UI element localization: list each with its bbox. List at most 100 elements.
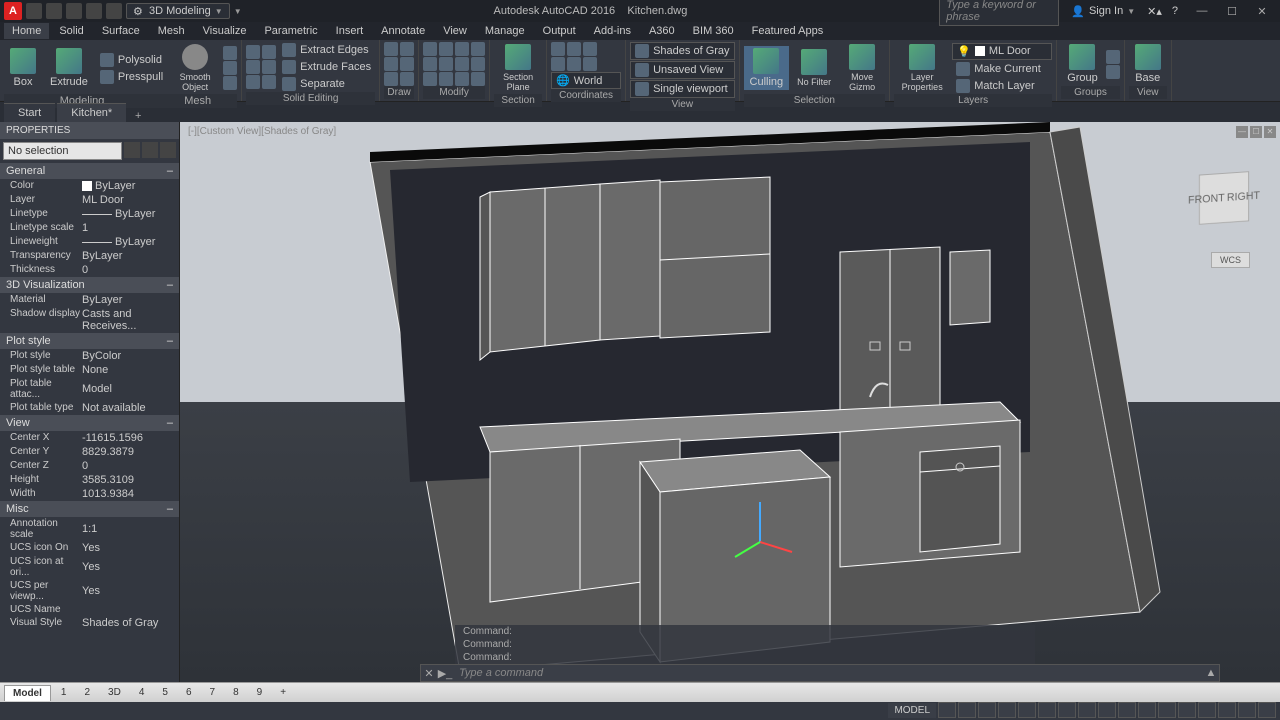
prop-section-header[interactable]: View– <box>0 415 179 431</box>
property-value[interactable]: 3585.3109 <box>82 474 179 486</box>
property-row[interactable]: Center Y8829.3879 <box>0 445 179 459</box>
copy-icon[interactable] <box>423 57 437 71</box>
ucs-icon[interactable] <box>583 42 597 56</box>
union-icon[interactable] <box>246 45 260 59</box>
group-edit-icon[interactable] <box>1106 65 1120 79</box>
panel-label-view2[interactable]: View <box>1129 86 1167 99</box>
status-model[interactable]: MODEL <box>888 703 936 718</box>
extrude-button[interactable]: Extrude <box>44 46 94 90</box>
workspace-dropdown[interactable]: ⚙ 3D Modeling ▼ <box>126 3 230 19</box>
tab-manage[interactable]: Manage <box>477 23 533 39</box>
prop-section-header[interactable]: Misc– <box>0 501 179 517</box>
qat-customize-icon[interactable]: ▼ <box>234 7 242 16</box>
offset-icon[interactable] <box>471 42 485 56</box>
property-row[interactable]: UCS icon at ori...Yes <box>0 555 179 579</box>
panel-label-coordinates[interactable]: Coordinates <box>551 89 621 102</box>
mesh-tool-icon[interactable] <box>223 61 237 75</box>
property-row[interactable]: Plot table attac...Model <box>0 377 179 401</box>
status-lwt-icon[interactable] <box>1078 702 1096 718</box>
quick-select-icon[interactable] <box>124 142 140 158</box>
tab-surface[interactable]: Surface <box>94 23 148 39</box>
qat-save-icon[interactable] <box>66 3 82 19</box>
viewcube[interactable]: FRONT RIGHT <box>1199 171 1249 225</box>
tab-visualize[interactable]: Visualize <box>195 23 255 39</box>
property-row[interactable]: Annotation scale1:1 <box>0 517 179 541</box>
subtract-icon[interactable] <box>246 60 260 74</box>
panel-label-groups[interactable]: Groups <box>1061 86 1120 99</box>
status-3dosnap-icon[interactable] <box>1038 702 1056 718</box>
panel-label-draw[interactable]: Draw <box>384 86 414 99</box>
status-isolate-icon[interactable] <box>1198 702 1216 718</box>
selection-dropdown[interactable]: No selection <box>3 142 122 160</box>
layout-tab[interactable]: 5 <box>154 685 176 700</box>
filetab-kitchen[interactable]: Kitchen* <box>57 103 126 122</box>
property-value[interactable]: 0 <box>82 460 179 472</box>
layout-tab[interactable]: 7 <box>202 685 224 700</box>
prop-section-header[interactable]: General– <box>0 163 179 179</box>
property-value[interactable]: Yes <box>82 542 179 554</box>
property-row[interactable]: MaterialByLayer <box>0 293 179 307</box>
property-value[interactable]: ByColor <box>82 350 179 362</box>
qat-open-icon[interactable] <box>46 3 62 19</box>
view-dropdown[interactable]: Unsaved View <box>630 61 734 79</box>
status-workspace-icon[interactable] <box>1158 702 1176 718</box>
group-button[interactable]: Group <box>1061 42 1104 86</box>
visual-style-dropdown[interactable]: Shades of Gray <box>630 42 734 60</box>
property-row[interactable]: Center X-11615.1596 <box>0 431 179 445</box>
filetab-start[interactable]: Start <box>4 103 55 122</box>
property-value[interactable]: Yes <box>82 556 179 578</box>
property-value[interactable]: ByLayer <box>82 294 179 306</box>
tab-home[interactable]: Home <box>4 23 49 39</box>
layout-tab-model[interactable]: Model <box>4 685 51 701</box>
tab-a360[interactable]: A360 <box>641 23 683 39</box>
align-icon[interactable] <box>471 72 485 86</box>
tab-addins[interactable]: Add-ins <box>586 23 639 39</box>
rect-icon[interactable] <box>400 57 414 71</box>
status-transparency-icon[interactable] <box>1098 702 1116 718</box>
spline-icon[interactable] <box>400 72 414 86</box>
tab-insert[interactable]: Insert <box>328 23 372 39</box>
panel-label-layers[interactable]: Layers <box>894 94 1052 107</box>
status-monitor-icon[interactable] <box>1178 702 1196 718</box>
property-row[interactable]: Visual StyleShades of Gray <box>0 616 179 630</box>
select-objects-icon[interactable] <box>142 142 158 158</box>
layer-dropdown[interactable]: 💡ML Door <box>952 43 1052 60</box>
extrude-faces-button[interactable]: Extrude Faces <box>278 59 375 75</box>
property-row[interactable]: UCS icon OnYes <box>0 541 179 555</box>
layout-tab[interactable]: 2 <box>76 685 98 700</box>
nofilter-button[interactable]: No Filter <box>791 47 837 89</box>
panel-label-mesh[interactable]: Mesh <box>159 95 236 107</box>
tab-parametric[interactable]: Parametric <box>256 23 325 39</box>
property-value[interactable]: ByLayer <box>82 180 179 192</box>
presspull-button[interactable]: Presspull <box>96 69 167 85</box>
culling-button[interactable]: Culling <box>744 46 790 90</box>
panel-label-solidediting[interactable]: Solid Editing <box>246 92 375 105</box>
property-value[interactable]: 0 <box>82 264 179 276</box>
polyline-icon[interactable] <box>384 57 398 71</box>
viewport-dropdown[interactable]: Single viewport <box>630 80 734 98</box>
property-row[interactable]: Plot table typeNot available <box>0 401 179 415</box>
rotate-icon[interactable] <box>423 72 437 86</box>
tab-mesh[interactable]: Mesh <box>150 23 193 39</box>
property-value[interactable]: Casts and Receives... <box>82 308 179 332</box>
tab-annotate[interactable]: Annotate <box>373 23 433 39</box>
property-value[interactable]: Shades of Gray <box>82 617 179 629</box>
property-row[interactable]: Width1013.9384 <box>0 487 179 501</box>
arc-icon[interactable] <box>400 42 414 56</box>
signin-button[interactable]: 👤 Sign In ▼ <box>1063 5 1143 18</box>
separate-button[interactable]: Separate <box>278 76 375 92</box>
property-value[interactable]: ML Door <box>82 194 179 206</box>
property-value[interactable] <box>82 604 179 615</box>
layer-properties-button[interactable]: Layer Properties <box>894 42 950 94</box>
property-row[interactable]: LinetypeByLayer <box>0 207 179 221</box>
property-row[interactable]: Height3585.3109 <box>0 473 179 487</box>
tab-output[interactable]: Output <box>535 23 584 39</box>
status-osnap-icon[interactable] <box>1018 702 1036 718</box>
property-value[interactable]: None <box>82 364 179 376</box>
property-value[interactable]: ByLayer <box>82 208 179 220</box>
tab-solid[interactable]: Solid <box>51 23 91 39</box>
panel-label-modify[interactable]: Modify <box>423 86 485 99</box>
app-logo-icon[interactable]: A <box>4 2 22 20</box>
array-icon[interactable] <box>439 72 453 86</box>
property-value[interactable]: 8829.3879 <box>82 446 179 458</box>
